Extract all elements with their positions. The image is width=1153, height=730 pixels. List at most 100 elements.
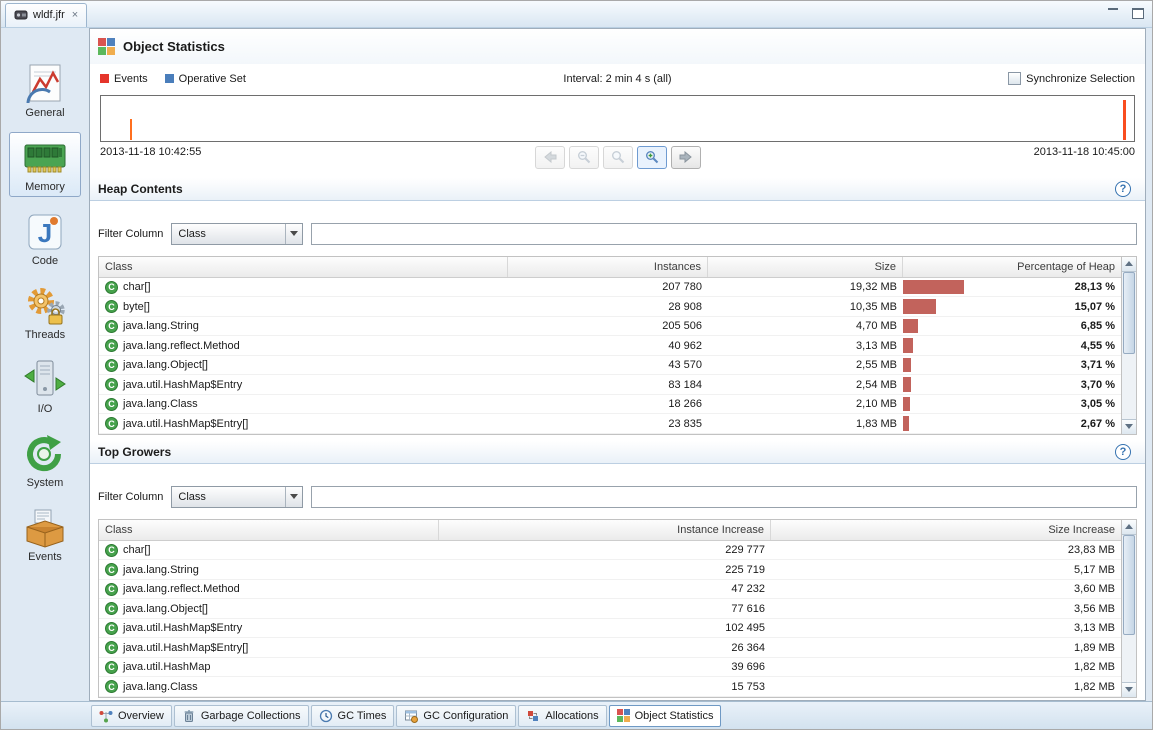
filter-column-label: Filter Column	[98, 491, 163, 503]
size-increase-cell: 1,82 MB	[771, 677, 1121, 696]
size-increase-cell: 1,82 MB	[771, 658, 1121, 677]
synchronize-selection-checkbox[interactable]	[1008, 72, 1021, 85]
tab-gc-configuration[interactable]: GC Configuration	[396, 705, 516, 727]
class-icon	[105, 339, 118, 352]
magnifier-icon	[611, 150, 625, 164]
size-increase-cell: 3,60 MB	[771, 580, 1121, 599]
top-growers-table-row[interactable]: java.util.HashMap39 6961,82 MB	[99, 658, 1121, 678]
tab-garbage-collections[interactable]: Garbage Collections	[174, 705, 309, 727]
column-header-size[interactable]: Size	[708, 257, 903, 277]
timeline-chart[interactable]	[100, 95, 1135, 142]
minimize-button[interactable]	[1106, 6, 1120, 18]
sidebar-item-memory[interactable]: Memory	[9, 132, 81, 197]
tab-gc-times[interactable]: GC Times	[311, 705, 395, 727]
heap-table-row[interactable]: byte[]28 90810,35 MB15,07 %	[99, 297, 1121, 317]
heap-table-row[interactable]: java.util.HashMap$Entry83 1842,54 MB3,70…	[99, 375, 1121, 395]
close-tab-icon[interactable]	[72, 9, 78, 21]
heap-percentage-bar	[903, 319, 918, 334]
sidebar-item-label: Code	[32, 255, 58, 267]
size-increase-cell: 3,13 MB	[771, 619, 1121, 638]
zoom-in-button[interactable]	[637, 146, 667, 169]
tab-label: Allocations	[545, 710, 598, 722]
class-icon	[105, 563, 118, 576]
instances-cell: 28 908	[508, 297, 708, 316]
scroll-down-arrow[interactable]	[1122, 419, 1136, 434]
top-growers-title: Top Growers	[98, 445, 1115, 459]
column-header-class[interactable]: Class	[99, 520, 439, 540]
help-icon[interactable]	[1115, 181, 1131, 197]
scrollbar-thumb[interactable]	[1123, 535, 1135, 635]
scrollbar-thumb[interactable]	[1123, 272, 1135, 354]
zoom-out-button[interactable]	[569, 146, 599, 169]
heap-percentage-bar	[903, 280, 964, 295]
sidebar-item-io[interactable]: I/O	[9, 354, 81, 419]
class-cell: java.lang.Class	[99, 395, 508, 414]
heap-table-row[interactable]: java.lang.Class18 2662,10 MB3,05 %	[99, 395, 1121, 415]
timeline-event-tick	[130, 119, 132, 140]
class-cell: java.lang.String	[99, 317, 508, 336]
heap-table-header: Class Instances Size Percentage of Heap	[99, 257, 1121, 278]
percentage-cell: 2,67 %	[903, 414, 1121, 433]
column-header-percentage[interactable]: Percentage of Heap	[903, 257, 1121, 277]
magnifier-plus-icon	[645, 150, 659, 164]
top-growers-table-row[interactable]: java.util.HashMap$Entry102 4953,13 MB	[99, 619, 1121, 639]
heap-percentage-bar	[903, 358, 911, 373]
help-icon[interactable]	[1115, 444, 1131, 460]
editor-tab-label: wldf.jfr	[33, 9, 65, 21]
maximize-button[interactable]	[1130, 6, 1144, 18]
reset-zoom-button[interactable]	[603, 146, 633, 169]
sidebar-item-system[interactable]: System	[9, 428, 81, 493]
sidebar-item-general[interactable]: General	[9, 58, 81, 123]
scroll-up-arrow[interactable]	[1122, 520, 1136, 535]
scroll-up-arrow[interactable]	[1122, 257, 1136, 272]
heap-table-row[interactable]: java.lang.String205 5064,70 MB6,85 %	[99, 317, 1121, 337]
top-growers-table-row[interactable]: java.lang.String225 7195,17 MB	[99, 560, 1121, 580]
class-cell: char[]	[99, 278, 508, 297]
filter-column-dropdown[interactable]: Class	[171, 486, 303, 508]
size-cell: 2,54 MB	[708, 375, 903, 394]
top-growers-table-row[interactable]: char[]229 77723,83 MB	[99, 541, 1121, 561]
size-increase-cell: 3,56 MB	[771, 599, 1121, 618]
configuration-icon	[404, 709, 418, 723]
heap-table-row[interactable]: java.lang.Object[]43 5702,55 MB3,71 %	[99, 356, 1121, 376]
filter-text-input[interactable]	[311, 486, 1137, 508]
size-cell: 2,10 MB	[708, 395, 903, 414]
top-growers-table-row[interactable]: java.lang.reflect.Method47 2323,60 MB	[99, 580, 1121, 600]
top-growers-table-row[interactable]: java.lang.Object[]77 6163,56 MB	[99, 599, 1121, 619]
growers-table-header: Class Instance Increase Size Increase	[99, 520, 1121, 541]
tab-object-statistics[interactable]: Object Statistics	[609, 705, 722, 727]
column-header-instance-increase[interactable]: Instance Increase	[439, 520, 771, 540]
top-growers-table-row[interactable]: java.lang.Class15 7531,82 MB	[99, 677, 1121, 697]
operative-set-legend-label: Operative Set	[179, 73, 246, 85]
growers-table-scrollbar	[1121, 520, 1136, 697]
pan-right-button[interactable]	[671, 146, 701, 169]
tab-overview[interactable]: Overview	[91, 705, 172, 727]
filter-column-dropdown[interactable]: Class	[171, 223, 303, 245]
sidebar-item-code[interactable]: J Code	[9, 206, 81, 271]
sidebar-item-events[interactable]: Events	[9, 502, 81, 567]
instance-increase-cell: 225 719	[439, 560, 771, 579]
heap-table-row[interactable]: java.lang.reflect.Method40 9623,13 MB4,5…	[99, 336, 1121, 356]
heap-table-row[interactable]: java.util.HashMap$Entry[]23 8351,83 MB2,…	[99, 414, 1121, 434]
timeline-end-time: 2013-11-18 10:45:00	[835, 144, 1135, 158]
column-header-class[interactable]: Class	[99, 257, 508, 277]
instances-cell: 23 835	[508, 414, 708, 433]
class-cell: java.util.HashMap$Entry	[99, 619, 439, 638]
editor-tab-wldf[interactable]: wldf.jfr	[5, 3, 87, 27]
heap-contents-section-header: Heap Contents	[90, 178, 1145, 201]
percentage-cell: 28,13 %	[903, 278, 1121, 297]
sidebar-item-threads[interactable]: Threads	[9, 280, 81, 345]
scroll-down-arrow[interactable]	[1122, 682, 1136, 697]
pan-left-button[interactable]	[535, 146, 565, 169]
column-header-size-increase[interactable]: Size Increase	[771, 520, 1121, 540]
column-header-instances[interactable]: Instances	[508, 257, 708, 277]
heap-percentage-bar	[903, 397, 910, 412]
scrollbar-track[interactable]	[1122, 272, 1136, 419]
scrollbar-track[interactable]	[1122, 535, 1136, 682]
top-growers-table-row[interactable]: java.util.HashMap$Entry[]26 3641,89 MB	[99, 638, 1121, 658]
navigation-sidebar: General Memory J Code Threads	[1, 28, 89, 701]
tab-allocations[interactable]: Allocations	[518, 705, 606, 727]
filter-text-input[interactable]	[311, 223, 1137, 245]
heap-table-row[interactable]: char[]207 78019,32 MB28,13 %	[99, 278, 1121, 298]
size-increase-cell: 5,17 MB	[771, 560, 1121, 579]
